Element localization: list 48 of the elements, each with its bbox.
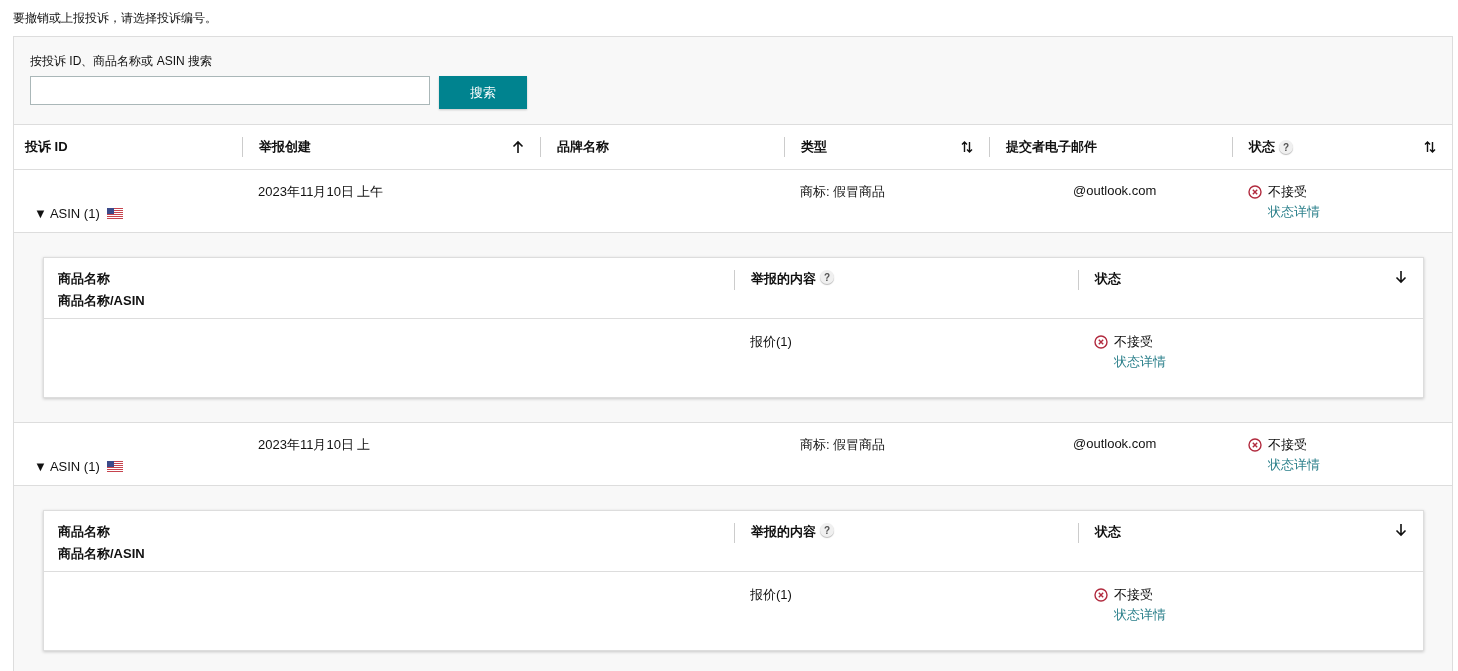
status-details-link[interactable]: 状态详情: [1268, 456, 1320, 474]
column-header: 状态: [1095, 270, 1121, 288]
help-icon[interactable]: ?: [820, 270, 834, 284]
status-text: 不接受: [1114, 333, 1153, 351]
expand-toggle[interactable]: ▼: [34, 206, 47, 221]
status-details-link[interactable]: 状态详情: [1268, 203, 1320, 221]
status-text: 不接受: [1268, 183, 1307, 201]
help-icon[interactable]: ?: [1279, 140, 1293, 154]
column-header: 状态: [1249, 138, 1275, 156]
column-header: 举报创建: [259, 138, 311, 156]
table-cell: @outlook.com: [1073, 436, 1157, 451]
column-header: 投诉 ID: [25, 138, 68, 156]
column-header: 商品名称/ASIN: [58, 292, 145, 310]
flag-icon: [106, 461, 123, 472]
search-button[interactable]: 搜索: [439, 76, 527, 109]
expand-toggle[interactable]: ▼: [34, 459, 47, 474]
table-cell: 商标: 假冒商品: [800, 184, 886, 199]
instruction-text: 要撤销或上报投诉，请选择投诉编号。: [12, 10, 218, 27]
sort-down-icon[interactable]: [1395, 270, 1407, 284]
help-icon[interactable]: ?: [820, 523, 834, 537]
sort-up-icon[interactable]: [512, 140, 524, 154]
column-header: 商品名称/ASIN: [58, 545, 145, 563]
table-cell: @outlook.com: [1073, 183, 1157, 198]
status-details-link[interactable]: 状态详情: [1114, 353, 1166, 371]
sort-icon[interactable]: [1424, 140, 1436, 154]
table-cell: 2023年11月10日 上午: [258, 184, 384, 199]
status-text: 不接受: [1114, 586, 1153, 604]
column-header: 品牌名称: [557, 138, 609, 156]
table-cell: 报价(1): [750, 587, 792, 602]
search-label: 按投诉 ID、商品名称或 ASIN 搜索: [30, 53, 213, 70]
column-header: 举报的内容: [751, 270, 816, 288]
status-details-link[interactable]: 状态详情: [1114, 606, 1166, 624]
sort-icon[interactable]: [961, 140, 973, 154]
table-cell: 2023年11月10日 上: [258, 437, 371, 452]
column-header: 状态: [1095, 523, 1121, 541]
asin-count: ASIN (1): [49, 459, 100, 474]
flag-icon: [106, 208, 123, 219]
column-header: 商品名称: [58, 523, 111, 541]
column-header: 类型: [801, 138, 827, 156]
status-text: 不接受: [1268, 436, 1307, 454]
column-header: 举报的内容: [751, 523, 816, 541]
column-header: 商品名称: [58, 270, 111, 288]
sort-down-icon[interactable]: [1395, 523, 1407, 537]
table-cell: 商标: 假冒商品: [800, 437, 886, 452]
search-field[interactable]: [30, 76, 430, 105]
column-header: 提交者电子邮件: [1006, 138, 1097, 156]
table-cell: 报价(1): [750, 334, 792, 349]
asin-count: ASIN (1): [49, 206, 100, 221]
